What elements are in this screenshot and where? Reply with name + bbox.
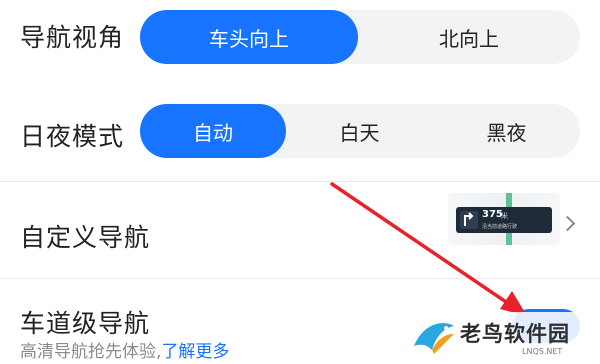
watermark-url: LNQS.NET (522, 347, 563, 356)
lane-nav-label: 车道级导航 (20, 309, 151, 338)
day-night-label: 日夜模式 (20, 122, 125, 151)
watermark-name: 老鸟软件园 (460, 322, 570, 346)
nav-view-segmented-control: 车头向上 北向上 (140, 10, 580, 64)
nav-view-option-heading-up[interactable]: 车头向上 (140, 10, 358, 64)
day-night-option-day[interactable]: 白天 (286, 104, 433, 158)
bird-logo-icon (414, 323, 454, 354)
day-night-option-night[interactable]: 黑夜 (433, 104, 580, 158)
day-night-option-auto[interactable]: 自动 (140, 104, 286, 158)
nav-view-label: 导航视角 (20, 23, 125, 52)
custom-nav-label: 自定义导航 (20, 223, 151, 252)
custom-nav-preview-thumbnail: 375 米 沿当前道路行驶 (448, 193, 560, 245)
divider (0, 278, 600, 279)
preview-distance: 375 (482, 209, 503, 220)
lane-nav-subtitle-text: 高清导航抢先体验, (20, 342, 162, 362)
lane-nav-subtitle: 高清导航抢先体验,了解更多 (20, 337, 229, 362)
nav-view-option-north-up[interactable]: 北向上 (358, 10, 580, 64)
preview-unit: 米 (501, 212, 508, 220)
learn-more-link[interactable]: 了解更多 (161, 342, 229, 362)
preview-road-text: 沿当前道路行驶 (482, 224, 518, 230)
day-night-segmented-control: 自动 白天 黑夜 (140, 104, 580, 158)
